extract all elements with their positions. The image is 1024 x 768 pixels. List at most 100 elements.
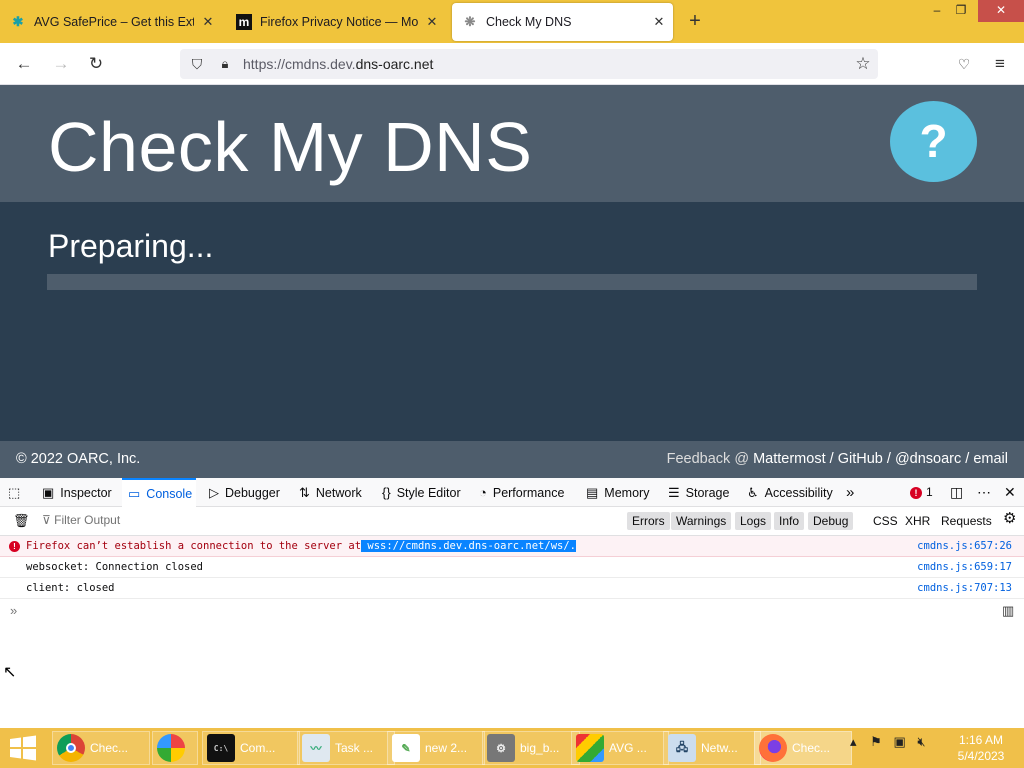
taskbar-item-command-prompt[interactable]: C:\ Com...: [202, 731, 300, 765]
taskbar-item-avg[interactable]: AVG ...: [571, 731, 669, 765]
feedback-label: Feedback @: [666, 451, 750, 467]
show-hidden-icons-icon[interactable]: ▴: [850, 734, 857, 749]
pocket-icon[interactable]: ♡: [953, 53, 975, 75]
window-close-button[interactable]: ✕: [978, 0, 1024, 22]
network-status-icon[interactable]: ▣: [893, 734, 905, 749]
avg-browser-icon: [157, 734, 185, 762]
taskbar-item-notepad[interactable]: ✎ new 2...: [387, 731, 485, 765]
trash-icon[interactable]: 🗑︎: [8, 512, 35, 530]
bookmark-star-icon[interactable]: ☆: [852, 53, 874, 75]
source-link[interactable]: cmdns.js:659:17: [917, 561, 1012, 573]
browser-tab-bar: ✱ AVG SafePrice – Get this Extensi ✕ m F…: [0, 0, 1024, 43]
taskbar-item-task-manager[interactable]: 〰 Task ...: [297, 731, 395, 765]
tab-title: AVG SafePrice – Get this Extensi: [34, 15, 194, 29]
element-picker-icon[interactable]: ⬚: [8, 478, 26, 507]
page-main: Preparing...: [0, 202, 1024, 441]
source-link[interactable]: cmdns.js:707:13: [917, 582, 1012, 594]
back-icon[interactable]: ←: [13, 53, 35, 75]
tab-label: Inspector: [60, 485, 112, 500]
taskbar-item-firefox[interactable]: Chec...: [754, 731, 852, 765]
task-label: Netw...: [701, 741, 738, 755]
console-icon: ▭: [128, 485, 141, 501]
url-bar[interactable]: ⛉ 🔒︎ https://cmdns.dev.dns-oarc.net ☆: [180, 49, 878, 79]
close-icon[interactable]: ✕: [651, 14, 667, 30]
filter-warnings[interactable]: Warnings: [671, 512, 732, 530]
task-label: Com...: [240, 741, 276, 755]
devtools-toolbar: ⬚ ▣ Inspector ▭ Console ▷ Debugger ⇅ Network…: [0, 478, 1024, 507]
filter-debug[interactable]: Debug: [808, 512, 854, 530]
github-link[interactable]: GitHub: [838, 451, 883, 467]
page-icon: ❋: [464, 14, 476, 29]
progress-bar: [47, 274, 977, 290]
task-label: new 2...: [425, 741, 468, 755]
forward-icon[interactable]: →: [50, 53, 72, 75]
tab-storage[interactable]: ☰ Storage: [668, 478, 729, 507]
editor-mode-icon[interactable]: ▥: [1002, 603, 1014, 619]
error-icon: !: [9, 541, 20, 552]
tab-console[interactable]: ▭ Console: [122, 478, 197, 507]
tab-accessibility[interactable]: ♿︎ Accessibility: [747, 478, 833, 507]
filter-info[interactable]: Info: [774, 512, 805, 530]
lock-icon[interactable]: 🔒︎: [214, 53, 236, 75]
console-message[interactable]: client: closed cmdns.js:707:13: [0, 578, 1024, 599]
close-icon[interactable]: ✕: [424, 14, 440, 30]
console-message[interactable]: websocket: Connection closed cmdns.js:65…: [0, 557, 1024, 578]
task-label: big_b...: [520, 741, 560, 755]
options-icon[interactable]: ⋯: [977, 478, 991, 507]
filter-errors[interactable]: Errors: [627, 512, 670, 530]
menu-icon[interactable]: ≡: [989, 53, 1011, 75]
shield-icon[interactable]: ⛉: [186, 53, 208, 75]
taskbar-item-network[interactable]: 🖧︎ Netw...: [663, 731, 761, 765]
tab-check-my-dns[interactable]: ❋ Check My DNS ✕: [452, 3, 673, 41]
filter-css[interactable]: CSS: [868, 512, 903, 530]
windows-start-icon[interactable]: [8, 734, 38, 762]
error-count-badge[interactable]: ! 1: [910, 485, 933, 499]
mattermost-link[interactable]: Mattermost: [753, 451, 826, 467]
volume-muted-icon[interactable]: 🔇︎: [917, 734, 925, 749]
feedback-links: Feedback @ Mattermost / GitHub / @dnsoar…: [667, 451, 1008, 467]
tab-performance[interactable]: ◔ Performance: [479, 478, 564, 507]
storage-icon: ☰: [668, 484, 680, 500]
taskbar-item-avg-browser[interactable]: [152, 731, 198, 765]
more-tools-icon[interactable]: »: [846, 478, 854, 507]
close-icon[interactable]: ✕: [200, 14, 216, 30]
maximize-button[interactable]: ❐: [946, 0, 976, 22]
tab-debugger[interactable]: ▷ Debugger: [209, 478, 280, 507]
flag-icon[interactable]: ⚑: [870, 734, 882, 749]
tab-inspector[interactable]: ▣ Inspector: [42, 478, 112, 507]
email-link[interactable]: email: [973, 451, 1008, 467]
console-message-error[interactable]: ! Firefox can’t establish a connection t…: [0, 536, 1024, 557]
filter-logs[interactable]: Logs: [735, 512, 772, 530]
tab-title: Check My DNS: [486, 15, 572, 29]
dock-icon[interactable]: ◫: [950, 478, 963, 507]
tab-network[interactable]: ⇅ Network: [299, 478, 362, 507]
tab-firefox-privacy[interactable]: m Firefox Privacy Notice — Mozilla ✕: [226, 3, 446, 41]
error-count: 1: [926, 485, 933, 499]
filter-xhr[interactable]: XHR: [900, 512, 935, 530]
source-link[interactable]: cmdns.js:657:26: [917, 540, 1012, 552]
network-icon: 🖧︎: [668, 734, 696, 762]
taskbar-item-chrome[interactable]: Chec...: [52, 731, 150, 765]
url-text[interactable]: https://cmdns.dev.dns-oarc.net: [243, 56, 433, 72]
task-manager-icon: 〰: [302, 734, 330, 762]
tab-style-editor[interactable]: {} Style Editor: [382, 478, 461, 507]
filter-input[interactable]: ⊽ Filter Output: [42, 513, 120, 527]
settings-gear-icon[interactable]: ⚙: [998, 510, 1021, 528]
tab-avg-safeprice[interactable]: ✱ AVG SafePrice – Get this Extensi ✕: [0, 3, 222, 41]
navigation-toolbar: ← → ↻ ⛉ 🔒︎ https://cmdns.dev.dns-oarc.ne…: [0, 43, 1024, 85]
console-prompt-icon[interactable]: »: [10, 603, 17, 618]
page-header: Check My DNS ?: [0, 85, 1024, 202]
reload-icon[interactable]: ↻: [85, 53, 107, 75]
help-button[interactable]: ?: [890, 101, 977, 182]
twitter-link[interactable]: @dnsoarc: [895, 451, 961, 467]
copyright-org-link[interactable]: OARC, Inc.: [67, 451, 140, 467]
mozilla-icon: m: [236, 14, 252, 30]
new-tab-button[interactable]: +: [684, 10, 706, 33]
taskbar-item-media[interactable]: ⚙ big_b...: [482, 731, 580, 765]
tab-memory[interactable]: ▤ Memory: [586, 478, 649, 507]
firefox-icon: [759, 734, 787, 762]
clock[interactable]: 1:16 AM 5/4/2023: [950, 732, 1012, 764]
close-devtools-icon[interactable]: ✕: [1004, 478, 1016, 507]
task-label: Task ...: [335, 741, 374, 755]
filter-requests[interactable]: Requests: [936, 512, 997, 530]
